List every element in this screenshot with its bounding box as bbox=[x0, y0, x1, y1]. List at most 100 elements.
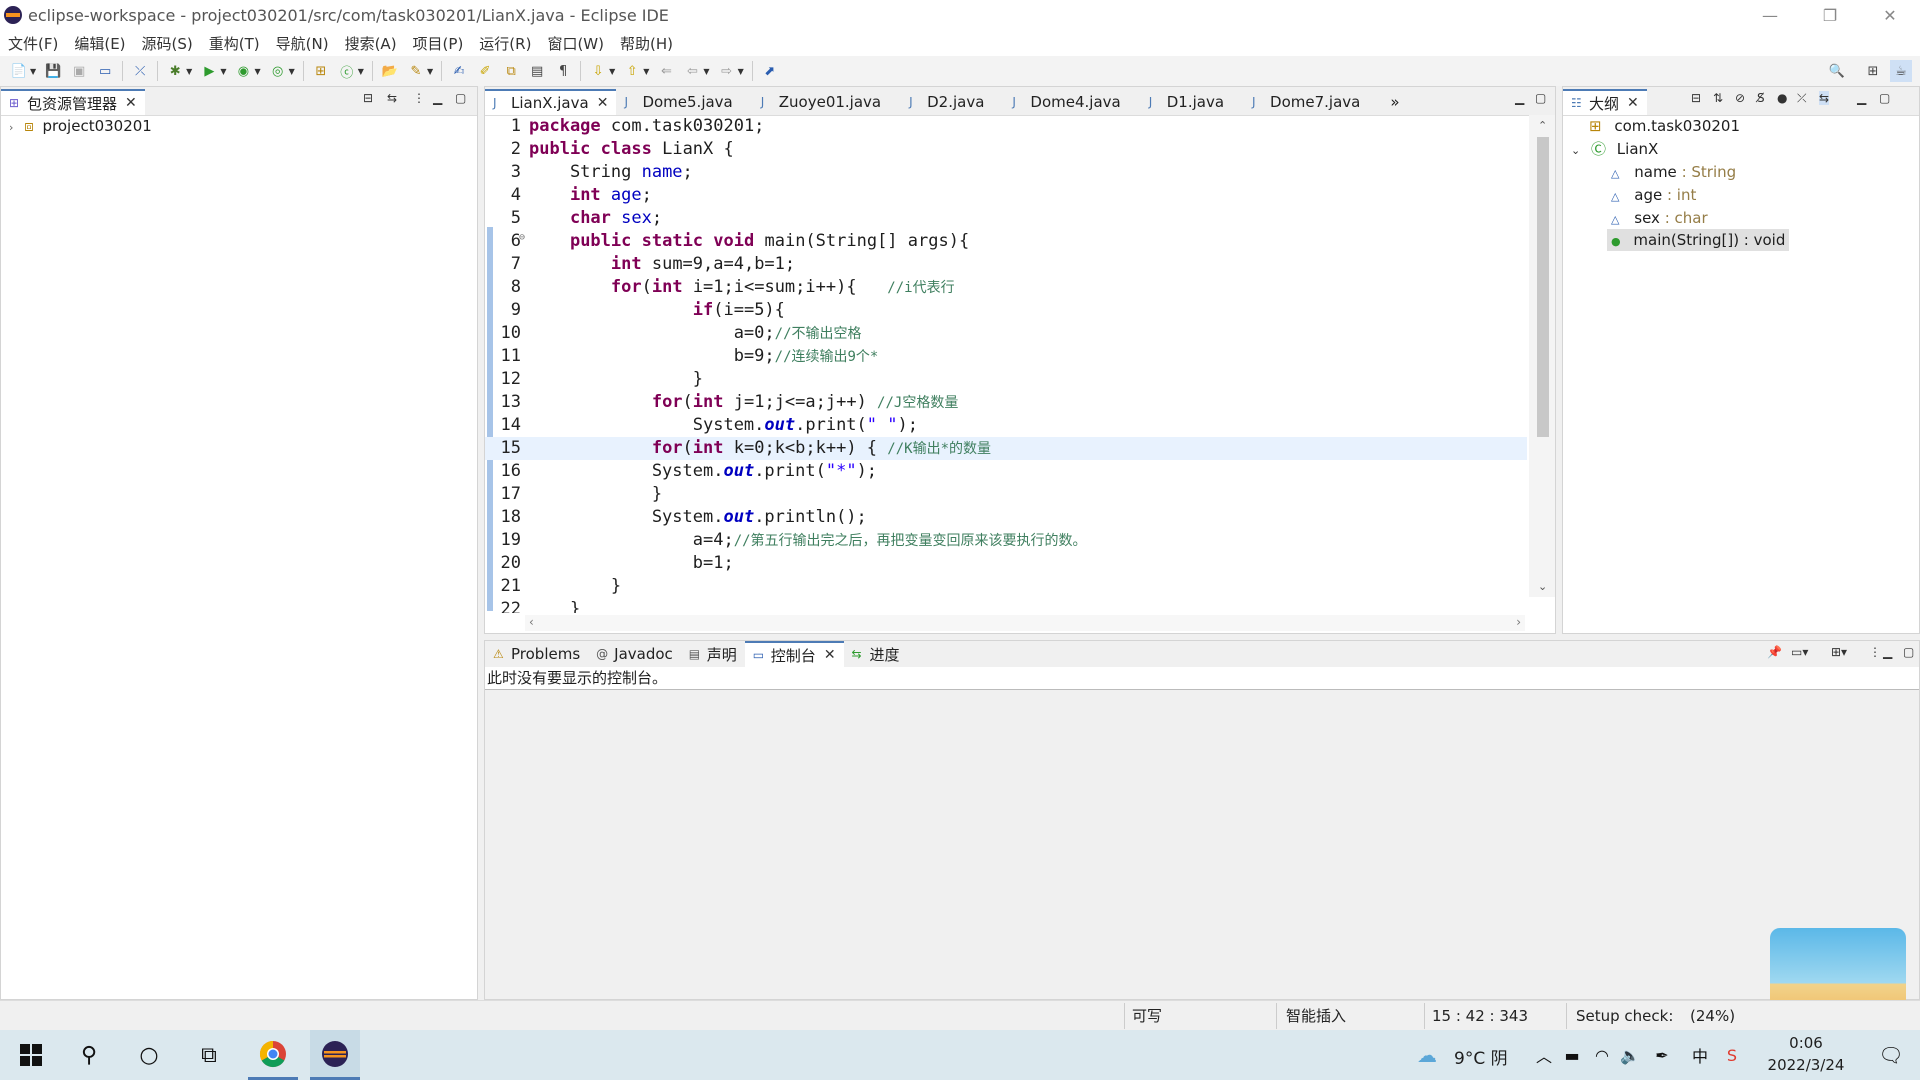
code-line[interactable]: 21 } bbox=[485, 575, 1527, 598]
tab-console[interactable]: ▭ 控制台 ✕ bbox=[744, 641, 844, 667]
tab-progress[interactable]: ⇆ 进度 bbox=[844, 641, 908, 667]
hide-static-icon[interactable]: S̸ bbox=[1757, 91, 1765, 105]
tab-outline[interactable]: ☷ 大纲 ✕ bbox=[1563, 89, 1647, 115]
terminal-icon[interactable]: ▭ bbox=[94, 60, 116, 82]
close-icon[interactable]: ✕ bbox=[597, 95, 609, 111]
new-icon[interactable]: 📄 bbox=[8, 60, 30, 82]
external-tools-icon[interactable]: ◎ bbox=[267, 60, 289, 82]
chevron-down-icon[interactable]: ▼ bbox=[358, 67, 364, 76]
chevron-down-icon[interactable]: ▼ bbox=[220, 67, 226, 76]
view-menu-icon[interactable]: ⋮ bbox=[413, 91, 425, 105]
chevron-down-icon[interactable]: ▼ bbox=[703, 67, 709, 76]
open-console-icon[interactable]: ⊞▾ bbox=[1831, 645, 1847, 659]
outline-field[interactable]: △ sex : char bbox=[1611, 207, 1708, 229]
hide-nonpublic-icon[interactable]: ● bbox=[1777, 91, 1787, 105]
maximize-view-icon[interactable]: ▢ bbox=[1903, 645, 1914, 659]
code-line[interactable]: 4 int age; bbox=[485, 184, 1527, 207]
menu-edit[interactable]: 编辑(E) bbox=[66, 33, 133, 54]
close-icon[interactable]: ✕ bbox=[125, 95, 137, 111]
close-button[interactable]: ✕ bbox=[1860, 0, 1920, 30]
mark-occurrences-icon[interactable]: ✐ bbox=[474, 60, 496, 82]
last-edit-icon[interactable]: ⇐ bbox=[655, 60, 677, 82]
menu-navigate[interactable]: 导航(N) bbox=[268, 33, 337, 54]
tab-declaration[interactable]: ▤ 声明 bbox=[681, 641, 745, 667]
minimize-button[interactable]: — bbox=[1740, 0, 1800, 30]
link-with-editor-icon[interactable]: ⇆ bbox=[387, 91, 397, 105]
chevron-right-icon[interactable]: › bbox=[9, 121, 13, 134]
chevron-down-icon[interactable]: ▼ bbox=[427, 67, 433, 76]
debug-icon[interactable]: ✱ bbox=[164, 60, 186, 82]
scroll-down-icon[interactable]: ⌄ bbox=[1538, 580, 1547, 593]
code-line[interactable]: 15 for(int k=0;k<b;k++) { //K输出*的数量 bbox=[485, 437, 1527, 460]
weather-text[interactable]: 9°C 阴 bbox=[1454, 1044, 1508, 1069]
outline-package[interactable]: ⊞ com.task030201 bbox=[1589, 115, 1740, 137]
clock-date[interactable]: 2022/3/24 bbox=[1758, 1056, 1854, 1074]
tab-overflow-button[interactable]: » bbox=[1382, 89, 1407, 115]
sogou-icon[interactable]: S bbox=[1720, 1030, 1744, 1080]
tab-problems[interactable]: ⚠ Problems bbox=[485, 641, 588, 667]
scroll-right-icon[interactable]: › bbox=[1516, 615, 1521, 629]
chevron-down-icon[interactable]: ▼ bbox=[738, 67, 744, 76]
battery-icon[interactable]: ▬ bbox=[1560, 1030, 1584, 1080]
java-perspective-icon[interactable]: ☕ bbox=[1890, 60, 1912, 82]
prev-annotation-icon[interactable]: ⇧ bbox=[621, 60, 643, 82]
tab-javadoc[interactable]: @ Javadoc bbox=[588, 641, 681, 667]
code-line[interactable]: 7 int sum=9,a=4,b=1; bbox=[485, 253, 1527, 276]
editor-tab-d2[interactable]: J D2.java bbox=[901, 89, 992, 115]
pen-icon[interactable]: ✒ bbox=[1650, 1030, 1674, 1080]
skip-breakpoints-icon[interactable]: ⤫ bbox=[129, 60, 151, 82]
menu-search[interactable]: 搜索(A) bbox=[337, 33, 405, 54]
notification-icon[interactable]: 🗨 bbox=[1866, 1030, 1916, 1080]
editor-tab-dome7[interactable]: J Dome7.java bbox=[1244, 89, 1368, 115]
chevron-down-icon[interactable]: ⌄ bbox=[1571, 144, 1580, 157]
code-area[interactable]: 1 package com.task030201; 2 public class Li… bbox=[485, 115, 1527, 613]
code-line[interactable]: 22 } bbox=[485, 598, 1527, 613]
show-whitespace-icon[interactable]: ¶ bbox=[552, 60, 574, 82]
menu-run[interactable]: 运行(R) bbox=[471, 33, 539, 54]
code-line[interactable]: 8 for(int i=1;i<=sum;i++){ //i代表行 bbox=[485, 276, 1527, 299]
editor-tab-dome5[interactable]: J Dome5.java bbox=[616, 89, 740, 115]
restore-button[interactable]: ❐ bbox=[1800, 0, 1860, 30]
menu-file[interactable]: 文件(F) bbox=[0, 33, 66, 54]
menu-window[interactable]: 窗口(W) bbox=[539, 33, 612, 54]
code-line[interactable]: 10 a=0;//不输出空格 bbox=[485, 322, 1527, 345]
word-wrap-icon[interactable]: ▤ bbox=[526, 60, 548, 82]
outline-method-selected[interactable]: ● main(String[]) : void bbox=[1607, 229, 1790, 251]
code-line[interactable]: 12 } bbox=[485, 368, 1527, 391]
sort-icon[interactable]: ⇅ bbox=[1713, 91, 1723, 105]
chrome-icon[interactable] bbox=[248, 1030, 298, 1080]
chevron-up-icon[interactable]: ︿ bbox=[1532, 1030, 1556, 1080]
wifi-icon[interactable]: ◠ bbox=[1590, 1030, 1614, 1080]
clock-time[interactable]: 0:06 bbox=[1758, 1034, 1854, 1052]
task-view-icon[interactable]: ⧉ bbox=[184, 1030, 234, 1080]
menu-help[interactable]: 帮助(H) bbox=[612, 33, 681, 54]
editor-tab-zuoye01[interactable]: J Zuoye01.java bbox=[753, 89, 889, 115]
tab-package-explorer[interactable]: ⊞ 包资源管理器 ✕ bbox=[1, 89, 145, 115]
menu-source[interactable]: 源码(S) bbox=[134, 33, 201, 54]
horizontal-scrollbar[interactable]: ‹ › bbox=[525, 615, 1525, 631]
menu-project[interactable]: 项目(P) bbox=[405, 33, 472, 54]
editor-tab-d1[interactable]: J D1.java bbox=[1141, 89, 1232, 115]
annotation-icon[interactable]: ✍ bbox=[448, 60, 470, 82]
cortana-icon[interactable]: ○ bbox=[124, 1030, 174, 1080]
minimize-view-icon[interactable]: ▁ bbox=[1857, 91, 1866, 105]
chevron-down-icon[interactable]: ▼ bbox=[289, 67, 295, 76]
display-console-icon[interactable]: ▭▾ bbox=[1791, 645, 1808, 659]
volume-icon[interactable]: 🔈 bbox=[1618, 1030, 1642, 1080]
view-menu-icon[interactable]: ⋮ bbox=[1869, 645, 1881, 659]
code-line[interactable]: 14 System.out.print(" "); bbox=[485, 414, 1527, 437]
code-line[interactable]: 16 System.out.print("*"); bbox=[485, 460, 1527, 483]
pin-console-icon[interactable]: 📌 bbox=[1767, 645, 1782, 659]
hide-local-types-icon[interactable]: ⤫ bbox=[1797, 91, 1807, 106]
close-icon[interactable]: ✕ bbox=[1627, 95, 1639, 111]
save-icon[interactable]: 💾 bbox=[42, 60, 64, 82]
collapse-all-icon[interactable]: ⊟ bbox=[363, 91, 373, 105]
scrollbar-thumb[interactable] bbox=[1537, 137, 1549, 437]
editor-tab-dome4[interactable]: J Dome4.java bbox=[1004, 89, 1128, 115]
status-setup-check[interactable]: Setup check: bbox=[1576, 1001, 1673, 1031]
code-line[interactable]: 18 System.out.println(); bbox=[485, 506, 1527, 529]
code-line[interactable]: 13 for(int j=1;j<=a;j++) //J空格数量 bbox=[485, 391, 1527, 414]
code-line[interactable]: 2 public class LianX { bbox=[485, 138, 1527, 161]
collapse-all-icon[interactable]: ⊟ bbox=[1691, 91, 1701, 105]
forward-icon[interactable]: ⇨ bbox=[716, 60, 738, 82]
